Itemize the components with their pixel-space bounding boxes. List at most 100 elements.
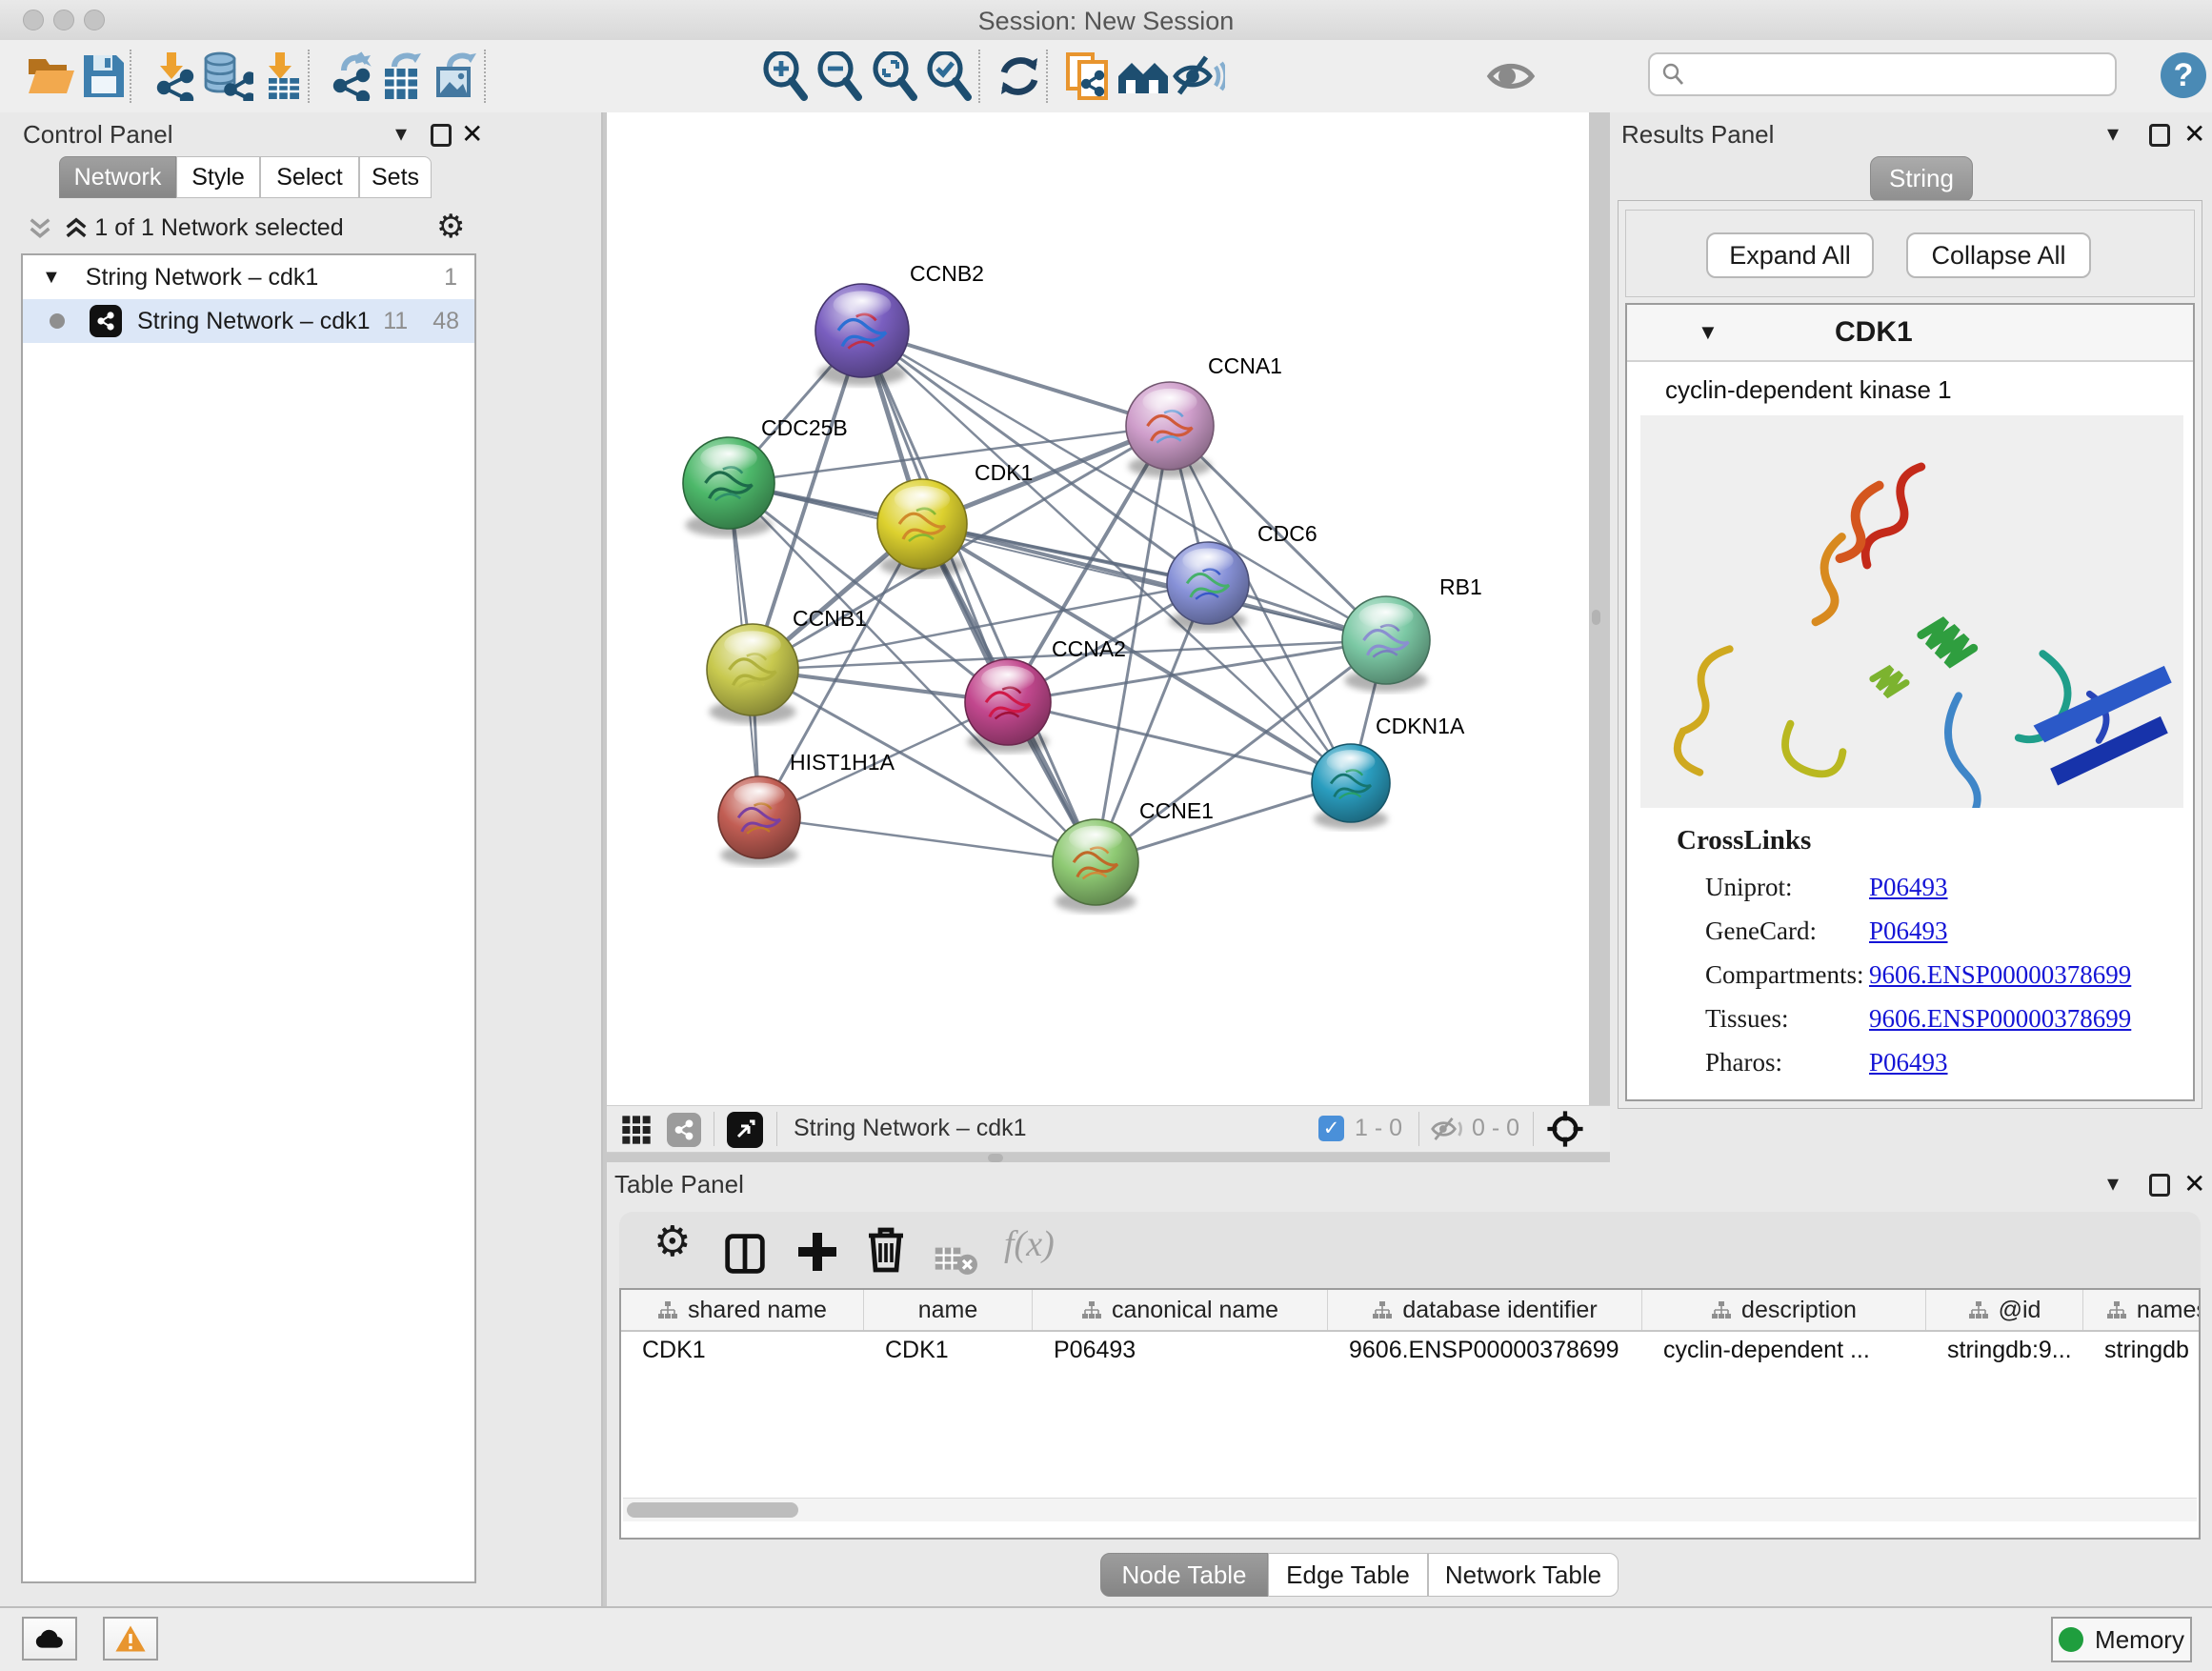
table-panel-float-icon[interactable] <box>2149 1174 2170 1197</box>
vertical-splitter-handle[interactable] <box>1592 610 1600 625</box>
horizontal-splitter-handle[interactable] <box>988 1154 1003 1162</box>
zoom-out-icon[interactable] <box>816 51 864 101</box>
expand-all-button[interactable]: Expand All <box>1706 232 1874 278</box>
column-header-databaseidentifier[interactable]: database identifier <box>1328 1290 1642 1330</box>
birdseye-crosshair-icon[interactable] <box>1546 1110 1584 1148</box>
warnings-button[interactable] <box>103 1617 158 1661</box>
network-view-canvas[interactable]: CCNB2CCNA1CDC25BCDK1CDC6RB1CCNB1CCNA2CDK… <box>607 112 1589 1105</box>
create-column-icon[interactable] <box>794 1227 840 1277</box>
network-list-view-icon[interactable] <box>667 1113 701 1147</box>
entry-collapse-caret-icon[interactable]: ▼ <box>1698 320 1719 345</box>
scrollbar-thumb[interactable] <box>627 1502 798 1518</box>
crosslink-link[interactable]: P06493 <box>1869 873 1948 902</box>
crosslink-link[interactable]: 9606.ENSP00000378699 <box>1869 960 2131 990</box>
table-cell[interactable]: stringdb <box>2083 1332 2201 1368</box>
memory-button[interactable]: Memory <box>2051 1617 2192 1662</box>
help-icon[interactable]: ? <box>2161 52 2206 98</box>
table-cell[interactable]: stringdb:9... <box>1926 1332 2083 1368</box>
function-builder-icon: f(x) <box>1004 1223 1055 1265</box>
first-neighbors-icon[interactable] <box>1116 51 1170 101</box>
table-options-gear-icon[interactable]: ⚙ <box>654 1218 691 1266</box>
network-node-CDC25B[interactable]: CDC25B <box>683 415 848 537</box>
detach-view-icon[interactable] <box>727 1112 763 1148</box>
toolbar-separator <box>484 50 486 103</box>
search-input[interactable] <box>1686 60 2090 89</box>
column-header-description[interactable]: description <box>1642 1290 1926 1330</box>
table-cell[interactable]: CDK1 <box>864 1332 1033 1368</box>
table-panel: Table Panel ▾ ✕ ⚙ f(x) shared namenameca… <box>607 1162 2212 1606</box>
save-session-icon[interactable] <box>80 51 128 101</box>
network-edge[interactable] <box>759 817 1096 862</box>
node-table: shared namenamecanonical namedatabase id… <box>619 1288 2201 1540</box>
zoom-fit-icon[interactable] <box>872 51 919 101</box>
grid-view-icon[interactable] <box>621 1115 652 1145</box>
collapse-all-button[interactable]: Collapse All <box>1906 232 2091 278</box>
network-tree-root-row[interactable]: ▼ String Network – cdk1 1 <box>23 255 474 299</box>
export-image-icon[interactable] <box>431 51 480 101</box>
table-cell[interactable]: P06493 <box>1033 1332 1328 1368</box>
results-panel-close-icon[interactable]: ✕ <box>2183 118 2205 150</box>
crosslink-link[interactable]: P06493 <box>1869 916 1948 946</box>
tab-sets[interactable]: Sets <box>359 156 432 198</box>
show-columns-icon[interactable] <box>724 1229 766 1278</box>
table-cell[interactable]: 9606.ENSP00000378699 <box>1328 1332 1642 1368</box>
network-node-CCNE1[interactable]: CCNE1 <box>1053 798 1214 913</box>
crosslink-link[interactable]: 9606.ENSP00000378699 <box>1869 1004 2131 1034</box>
selected-checkbox-icon[interactable]: ✓ <box>1318 1116 1344 1141</box>
network-node-CDC6[interactable]: CDC6 <box>1167 521 1317 632</box>
import-network-from-database-icon[interactable] <box>200 51 253 101</box>
results-panel-float-icon[interactable] <box>2149 124 2170 147</box>
tab-network-table[interactable]: Network Table <box>1428 1553 1619 1597</box>
column-header-canonicalname[interactable]: canonical name <box>1033 1290 1328 1330</box>
network-edge[interactable] <box>1008 702 1351 783</box>
import-network-icon[interactable] <box>151 51 198 101</box>
delete-column-icon[interactable] <box>865 1225 907 1275</box>
crosslink-link[interactable]: P06493 <box>1869 1048 1948 1077</box>
import-table-icon[interactable] <box>259 51 307 101</box>
table-row[interactable]: CDK1CDK1P064939606.ENSP00000378699cyclin… <box>621 1332 2201 1368</box>
results-panel-menu-caret-icon[interactable]: ▾ <box>2107 120 2119 148</box>
tab-edge-table[interactable]: Edge Table <box>1268 1553 1428 1597</box>
network-edge[interactable] <box>862 331 1096 862</box>
show-hide-panels-eye-icon[interactable] <box>1486 51 1536 101</box>
network-node-RB1[interactable]: RB1 <box>1342 574 1482 692</box>
network-node-HIST1H1A[interactable]: HIST1H1A <box>718 750 895 866</box>
column-header-id[interactable]: @id <box>1926 1290 2083 1330</box>
table-panel-menu-caret-icon[interactable]: ▾ <box>2107 1170 2119 1198</box>
collection-count: 1 <box>444 264 457 292</box>
export-table-icon[interactable] <box>377 51 427 101</box>
table-panel-close-icon[interactable]: ✕ <box>2183 1168 2205 1199</box>
network-edge[interactable] <box>862 331 1170 426</box>
tree-expand-caret-icon[interactable]: ▼ <box>42 267 61 289</box>
tab-style[interactable]: Style <box>176 156 260 198</box>
table-cell[interactable]: cyclin-dependent ... <box>1642 1332 1926 1368</box>
open-session-icon[interactable] <box>25 51 78 101</box>
hide-selected-icon[interactable] <box>1172 51 1225 101</box>
tab-network[interactable]: Network <box>59 156 176 198</box>
control-panel-close-icon[interactable]: ✕ <box>461 118 483 150</box>
network-options-gear-icon[interactable]: ⚙ <box>436 208 465 246</box>
cloud-button[interactable] <box>22 1617 77 1661</box>
zoom-selected-icon[interactable] <box>926 51 974 101</box>
new-network-from-selection-icon[interactable] <box>1062 51 1112 101</box>
table-cell[interactable]: CDK1 <box>621 1332 864 1368</box>
node-label: HIST1H1A <box>790 750 895 775</box>
column-header-namespace[interactable]: namespace <box>2083 1290 2201 1330</box>
column-header-sharedname[interactable]: shared name <box>621 1290 864 1330</box>
export-network-icon[interactable] <box>329 51 376 101</box>
node-label: CCNB1 <box>793 606 867 631</box>
tab-node-table[interactable]: Node Table <box>1100 1553 1268 1597</box>
node-entry-header[interactable]: ▼ CDK1 <box>1627 305 2193 362</box>
control-panel-menu-caret-icon[interactable]: ▾ <box>395 120 407 148</box>
hidden-eye-slash-icon <box>1430 1116 1464 1142</box>
network-tree-child-row[interactable]: String Network – cdk1 11 48 <box>23 299 474 343</box>
zoom-in-icon[interactable] <box>762 51 810 101</box>
search-icon <box>1661 62 1686 87</box>
results-tab-string[interactable]: String <box>1870 156 1973 202</box>
network-node-CDKN1A[interactable]: CDKN1A <box>1312 714 1465 829</box>
control-panel-float-icon[interactable] <box>431 124 452 147</box>
refresh-icon[interactable] <box>996 51 1042 101</box>
column-header-name[interactable]: name <box>864 1290 1033 1330</box>
table-horizontal-scrollbar[interactable] <box>623 1498 2197 1521</box>
tab-select[interactable]: Select <box>260 156 359 198</box>
